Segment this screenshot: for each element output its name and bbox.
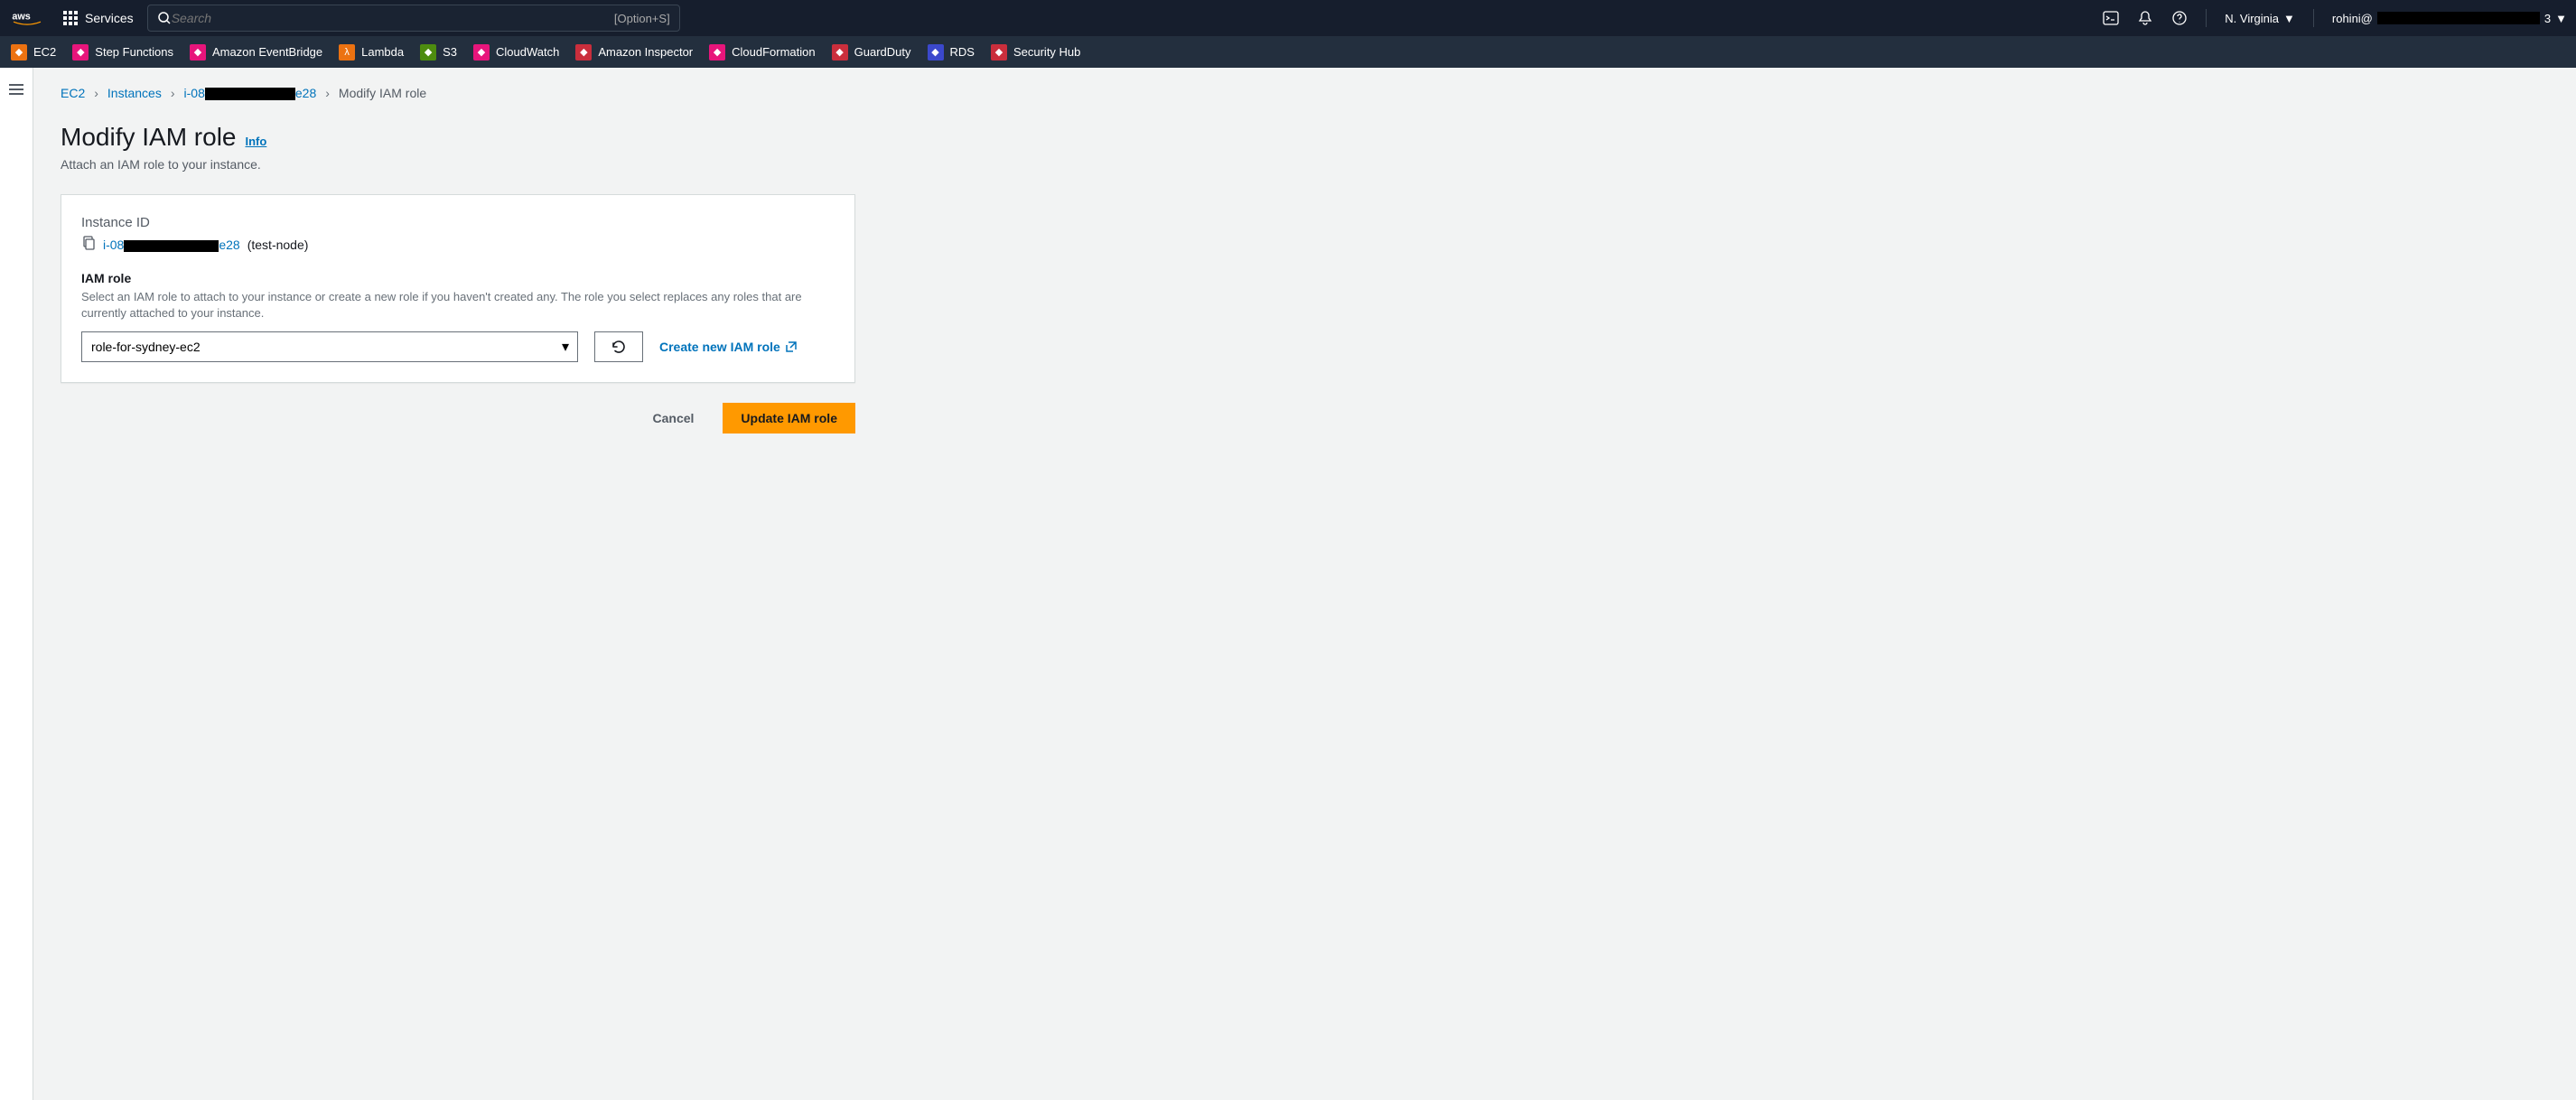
page-title: Modify IAM role (61, 123, 237, 152)
cloudwatch-icon: ◆ (473, 44, 490, 61)
instance-id-link[interactable]: i-08e28 (103, 238, 240, 252)
global-search[interactable]: [Option+S] (147, 5, 680, 32)
service-shortcut-lambda[interactable]: λLambda (339, 44, 404, 61)
account-menu[interactable]: rohini@3 ▼ (2332, 12, 2567, 25)
service-shortcut-ec2[interactable]: ◆EC2 (11, 44, 56, 61)
search-shortcut: [Option+S] (614, 12, 670, 25)
breadcrumb: EC2 › Instances › i-08e28 › Modify IAM r… (61, 86, 2549, 100)
breadcrumb-instances[interactable]: Instances (107, 86, 162, 100)
notifications-icon[interactable] (2137, 10, 2153, 26)
service-shortcut-guardduty[interactable]: ◆GuardDuty (832, 44, 911, 61)
update-iam-role-button[interactable]: Update IAM role (723, 403, 855, 433)
iam-role-panel: Instance ID i-08e28 (test-node) IAM role… (61, 194, 855, 382)
redacted-id (205, 88, 295, 100)
caret-down-icon: ▼ (2283, 12, 2295, 25)
external-link-icon (785, 340, 798, 353)
chevron-right-icon: › (325, 86, 330, 100)
region-selector[interactable]: N. Virginia ▼ (2225, 12, 2295, 25)
page-description: Attach an IAM role to your instance. (61, 157, 2549, 172)
form-actions: Cancel Update IAM role (61, 403, 855, 433)
cancel-button[interactable]: Cancel (635, 403, 713, 433)
svg-text:aws: aws (12, 12, 30, 23)
search-icon (157, 11, 172, 25)
services-label: Services (85, 11, 134, 25)
refresh-button[interactable] (594, 331, 643, 362)
grid-icon (63, 11, 78, 25)
service-shortcut-cloudformation[interactable]: ◆CloudFormation (709, 44, 816, 61)
chevron-right-icon: › (94, 86, 98, 100)
service-shortcut-cloudwatch[interactable]: ◆CloudWatch (473, 44, 559, 61)
service-shortcuts-bar: ◆EC2 ◆Step Functions ◆Amazon EventBridge… (0, 36, 2576, 68)
page-header: Modify IAM role Info Attach an IAM role … (61, 123, 2549, 172)
s3-icon: ◆ (420, 44, 436, 61)
breadcrumb-ec2[interactable]: EC2 (61, 86, 85, 100)
redacted-id (124, 240, 219, 252)
service-shortcut-inspector[interactable]: ◆Amazon Inspector (575, 44, 693, 61)
inspector-icon: ◆ (575, 44, 592, 61)
cloudshell-icon[interactable] (2103, 10, 2119, 26)
service-shortcut-s3[interactable]: ◆S3 (420, 44, 457, 61)
refresh-icon (611, 339, 627, 355)
copy-icon[interactable] (81, 236, 96, 253)
services-menu[interactable]: Services (63, 11, 134, 25)
cloudformation-icon: ◆ (709, 44, 725, 61)
side-rail (0, 68, 33, 1100)
info-link[interactable]: Info (246, 135, 267, 148)
chevron-right-icon: › (171, 86, 175, 100)
global-nav: aws Services [Option+S] N. Virginia ▼ ro… (0, 0, 2576, 36)
iam-role-select[interactable]: role-for-sydney-ec2 (81, 331, 578, 362)
service-shortcut-rds[interactable]: ◆RDS (928, 44, 975, 61)
instance-id-label: Instance ID (81, 215, 835, 230)
ec2-icon: ◆ (11, 44, 27, 61)
iam-role-help: Select an IAM role to attach to your ins… (81, 289, 822, 322)
sidebar-toggle[interactable] (9, 81, 23, 1100)
guardduty-icon: ◆ (832, 44, 848, 61)
service-shortcut-securityhub[interactable]: ◆Security Hub (991, 44, 1080, 61)
iam-role-label: IAM role (81, 271, 835, 285)
aws-logo[interactable]: aws (9, 9, 45, 27)
instance-name: (test-node) (247, 238, 309, 252)
redacted-account (2377, 12, 2540, 24)
breadcrumb-instance-id[interactable]: i-08e28 (184, 86, 317, 100)
breadcrumb-current: Modify IAM role (339, 86, 426, 100)
eventbridge-icon: ◆ (190, 44, 206, 61)
lambda-icon: λ (339, 44, 355, 61)
service-shortcut-eventbridge[interactable]: ◆Amazon EventBridge (190, 44, 322, 61)
rds-icon: ◆ (928, 44, 944, 61)
caret-down-icon: ▼ (2555, 12, 2567, 25)
help-icon[interactable] (2171, 10, 2188, 26)
search-input[interactable] (172, 11, 614, 25)
stepfunctions-icon: ◆ (72, 44, 89, 61)
service-shortcut-stepfunctions[interactable]: ◆Step Functions (72, 44, 173, 61)
securityhub-icon: ◆ (991, 44, 1007, 61)
create-iam-role-link[interactable]: Create new IAM role (659, 340, 798, 354)
